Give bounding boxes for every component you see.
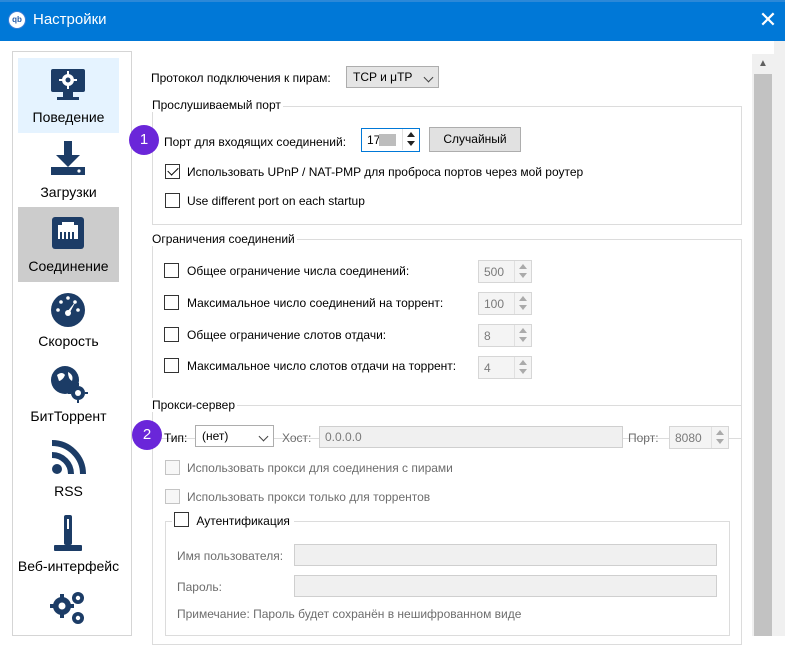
title-bar-stripe: [0, 0, 785, 2]
proxy-type-select[interactable]: (нет): [195, 425, 274, 447]
per-torrent-upload-slots-label: Максимальное число слотов отдачи на торр…: [187, 359, 457, 373]
protocol-select[interactable]: TCP и μTP: [346, 66, 439, 88]
proxy-torrents-only-label: Использовать прокси только для торрентов: [187, 490, 431, 504]
proxy-peers-checkbox[interactable]: [165, 460, 180, 475]
close-button[interactable]: ✕: [756, 6, 780, 34]
connection-limits-group-title: Ограничения соединений: [150, 232, 297, 246]
per-torrent-upload-slots-checkbox[interactable]: [164, 358, 179, 373]
stepper-arrows[interactable]: [514, 261, 531, 282]
per-torrent-connections-checkbox[interactable]: [164, 295, 179, 310]
rss-icon: [51, 440, 86, 475]
authentication-checkbox[interactable]: [174, 512, 189, 528]
chevron-down-icon: [258, 431, 269, 442]
sidebar-item-label: Веб-интерфейс: [17, 558, 120, 574]
sidebar-item-label: RSS: [54, 483, 83, 499]
proxy-port-label: Порт:: [628, 431, 659, 445]
window-title: Настройки: [33, 11, 107, 28]
global-connections-label: Общее ограничение числа соединений:: [187, 264, 410, 278]
content-scrollbar[interactable]: ▲: [752, 54, 774, 636]
settings-sidebar: Поведение Загрузки Соединение Скорость Б…: [12, 51, 132, 636]
global-connections-value: 500: [484, 265, 505, 279]
authentication-label: Аутентификация: [196, 513, 290, 528]
password-note: Примечание: Пароль будет сохранён в неши…: [177, 607, 522, 621]
scrollbar-thumb[interactable]: [754, 74, 772, 636]
per-torrent-upload-slots-value: 4: [484, 361, 491, 375]
proxy-port-spinbox[interactable]: 8080: [669, 426, 729, 449]
upnp-checkbox[interactable]: [165, 164, 180, 179]
connection-settings-panel: Протокол подключения к пирам: TCP и μTP …: [139, 51, 752, 645]
sidebar-item-bittorrent[interactable]: БитТоррент: [18, 357, 119, 432]
per-torrent-upload-slots-spinbox[interactable]: 4: [478, 356, 532, 379]
globe-gear-icon: [51, 366, 88, 403]
global-upload-slots-value: 8: [484, 329, 491, 343]
global-upload-slots-checkbox[interactable]: [164, 327, 179, 342]
password-label: Пароль:: [177, 580, 222, 594]
sidebar-item-behavior[interactable]: Поведение: [18, 58, 119, 133]
qbittorrent-app-icon: qb: [8, 11, 26, 29]
sidebar-item-downloads[interactable]: Загрузки: [18, 133, 119, 208]
different-port-label: Use different port on each startup: [187, 194, 365, 208]
proxy-torrents-only-checkbox[interactable]: [165, 489, 180, 504]
sidebar-item-label: БитТоррент: [30, 408, 107, 424]
proxy-server-group-title: Прокси-сервер: [150, 398, 237, 412]
stepper-arrows[interactable]: [514, 325, 531, 346]
download-icon: [51, 141, 85, 175]
sidebar-item-advanced[interactable]: [18, 582, 119, 635]
redacted-port-digits: [379, 134, 396, 146]
sidebar-item-speed[interactable]: Скорость: [18, 282, 119, 357]
window-right-edge: [774, 41, 785, 636]
sidebar-item-connection[interactable]: Соединение: [18, 207, 119, 282]
global-connections-checkbox[interactable]: [164, 263, 179, 278]
stepper-arrows[interactable]: [514, 357, 531, 378]
port-stepper-arrows[interactable]: [402, 129, 419, 150]
gears-icon: [50, 592, 84, 624]
per-torrent-connections-value: 100: [484, 297, 505, 311]
chevron-down-icon: [423, 72, 434, 83]
username-input[interactable]: [294, 544, 717, 566]
proxy-host-input[interactable]: 0.0.0.0: [319, 426, 623, 448]
password-input[interactable]: [294, 575, 717, 597]
incoming-port-label: Порт для входящих соединений:: [164, 135, 347, 149]
sidebar-item-label: Скорость: [38, 333, 99, 349]
listening-port-group-title: Прослушиваемый порт: [150, 98, 283, 112]
proxy-port-value: 8080: [675, 431, 702, 445]
global-connections-spinbox[interactable]: 500: [478, 260, 532, 283]
global-upload-slots-label: Общее ограничение слотов отдачи:: [187, 328, 387, 342]
proxy-peers-label: Использовать прокси для соединения с пир…: [187, 461, 453, 475]
scroll-up-arrow-icon[interactable]: ▲: [752, 54, 774, 74]
annotation-badge-1: 1: [129, 125, 159, 155]
sidebar-item-label: Соединение: [28, 258, 109, 274]
upnp-label: Использовать UPnP / NAT-PMP для проброса…: [187, 165, 584, 179]
stepper-arrows[interactable]: [711, 427, 728, 448]
sidebar-item-rss[interactable]: RSS: [18, 432, 119, 507]
protocol-select-value: TCP и μTP: [353, 70, 413, 84]
monitor-gear-icon: [51, 69, 85, 100]
proxy-type-label: Тип:: [164, 431, 188, 445]
proxy-type-value: (нет): [202, 429, 229, 443]
stepper-arrows[interactable]: [514, 293, 531, 314]
web-ui-icon: [54, 515, 82, 551]
per-torrent-connections-label: Максимальное число соединений на торрент…: [187, 296, 444, 310]
network-port-icon: [52, 217, 84, 249]
global-upload-slots-spinbox[interactable]: 8: [478, 324, 532, 347]
sidebar-item-label: Загрузки: [40, 184, 97, 200]
sidebar-item-label: Поведение: [32, 109, 105, 125]
random-port-button[interactable]: Случайный: [429, 127, 521, 152]
different-port-checkbox[interactable]: [165, 193, 180, 208]
authentication-group-title: Аутентификация: [172, 512, 294, 529]
protocol-label: Протокол подключения к пирам:: [151, 71, 331, 85]
proxy-host-label: Хост:: [282, 431, 312, 445]
incoming-port-spinbox[interactable]: 17: [361, 128, 420, 152]
annotation-badge-2: 2: [132, 420, 162, 450]
title-bar: qb Настройки ✕: [0, 0, 785, 41]
username-label: Имя пользователя:: [177, 549, 284, 563]
per-torrent-connections-spinbox[interactable]: 100: [478, 292, 532, 315]
speedometer-icon: [51, 293, 85, 327]
sidebar-item-webui[interactable]: Веб-интерфейс: [18, 507, 119, 582]
